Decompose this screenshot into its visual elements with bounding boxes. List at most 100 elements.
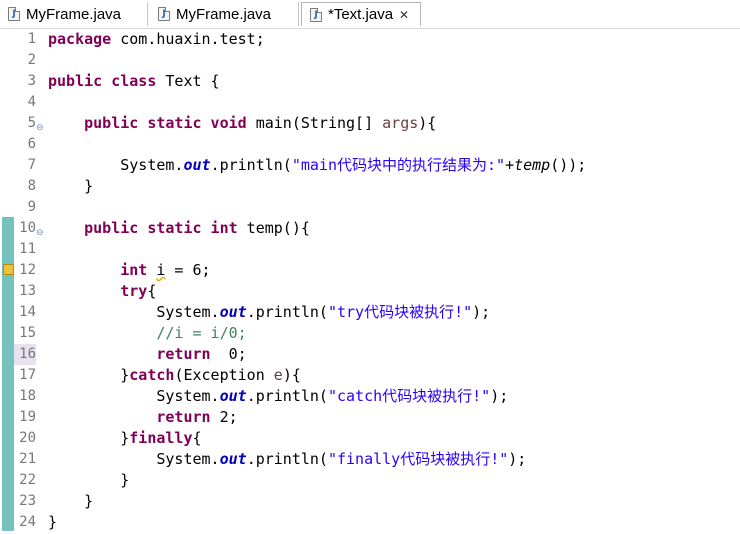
- code-text: int i = 6;: [48, 260, 211, 281]
- line-number: 8: [27, 178, 36, 194]
- code-token: ){: [282, 366, 301, 384]
- code-line[interactable]: 9: [0, 197, 740, 218]
- code-line[interactable]: 17 }catch(Exception e){: [0, 365, 740, 386]
- code-token: ){: [418, 114, 437, 132]
- code-token: .println(: [246, 450, 328, 468]
- code-token: "try代码块被执行!": [327, 303, 473, 321]
- code-line[interactable]: 24}: [0, 512, 740, 533]
- code-line[interactable]: 3 public class Text {: [0, 71, 740, 92]
- code-line[interactable]: 2: [0, 50, 740, 71]
- code-text: System.out.println("catch代码块被执行!");: [48, 386, 508, 407]
- code-text: //i = i/0;: [48, 323, 247, 344]
- tab-myframe-2[interactable]: J MyFrame.java: [150, 2, 299, 26]
- code-line[interactable]: 7 System.out.println("main代码块中的执行结果为:"+t…: [0, 155, 740, 176]
- code-token: return: [156, 408, 211, 426]
- code-line[interactable]: 13 try{: [0, 281, 740, 302]
- code-token: );: [490, 387, 509, 405]
- code-token: public static void: [84, 114, 247, 132]
- code-token: System.: [48, 156, 184, 174]
- code-token: {: [192, 429, 202, 447]
- code-token: 2;: [210, 408, 238, 426]
- tab-text-java[interactable]: J *Text.java ✕: [301, 2, 421, 26]
- code-token: out: [219, 303, 247, 321]
- code-line[interactable]: 10 ⊖ public static int temp(){: [0, 218, 740, 239]
- code-line[interactable]: 15 //i = i/0;: [0, 323, 740, 344]
- code-token: int: [120, 261, 148, 279]
- line-number: 15: [19, 325, 36, 341]
- line-number: 22: [19, 472, 36, 488]
- code-token: .println(: [210, 156, 292, 174]
- line-number: 18: [19, 388, 36, 404]
- code-text: }: [48, 470, 129, 491]
- code-token: {: [147, 282, 157, 300]
- code-line[interactable]: 23 }: [0, 491, 740, 512]
- warning-icon[interactable]: [3, 264, 14, 275]
- code-token: com.huaxin.test;: [111, 30, 265, 48]
- code-token: System.: [48, 303, 220, 321]
- java-file-icon: J: [8, 7, 20, 21]
- line-number: 24: [19, 514, 36, 530]
- code-line[interactable]: 6: [0, 134, 740, 155]
- code-text: }: [48, 512, 57, 533]
- line-number: 20: [19, 430, 36, 446]
- code-text: return 0;: [48, 344, 247, 365]
- line-number: 2: [27, 52, 36, 68]
- code-token: //i = i/0;: [156, 324, 247, 342]
- code-line[interactable]: 8 }: [0, 176, 740, 197]
- code-line[interactable]: 1 package com.huaxin.test;: [0, 29, 740, 50]
- code-line[interactable]: 5 ⊖ public static void main(String[] args…: [0, 113, 740, 134]
- code-token: (Exception: [174, 366, 274, 384]
- code-line[interactable]: 11: [0, 239, 740, 260]
- code-text: try{: [48, 281, 156, 302]
- line-number: 17: [19, 367, 36, 383]
- code-token: try: [120, 282, 148, 300]
- code-token: }: [48, 471, 130, 489]
- code-token: }: [48, 366, 130, 384]
- code-token: temp: [514, 156, 551, 174]
- code-token: main(String[]: [246, 114, 383, 132]
- line-number: 1: [27, 31, 36, 47]
- close-icon[interactable]: ✕: [399, 8, 409, 22]
- code-line[interactable]: 12 int i = 6;: [0, 260, 740, 281]
- code-line[interactable]: 21 System.out.println("finally代码块被执行!");: [0, 449, 740, 470]
- code-line[interactable]: 14 System.out.println("try代码块被执行!");: [0, 302, 740, 323]
- line-number: 13: [19, 283, 36, 299]
- code-token: System.: [48, 450, 220, 468]
- code-line[interactable]: 20 }finally{: [0, 428, 740, 449]
- code-text: return 2;: [48, 407, 238, 428]
- code-line[interactable]: 18 System.out.println("catch代码块被执行!");: [0, 386, 740, 407]
- code-token: public class: [48, 72, 157, 90]
- line-number: 9: [27, 199, 36, 215]
- line-number: 12: [19, 262, 36, 278]
- code-token: System.: [48, 387, 220, 405]
- code-text: System.out.println("finally代码块被执行!");: [48, 449, 526, 470]
- tab-myframe-1[interactable]: J MyFrame.java: [0, 2, 148, 26]
- code-editor[interactable]: 1 package com.huaxin.test; 2 3 public class …: [0, 29, 740, 534]
- code-token: }: [48, 429, 130, 447]
- code-line[interactable]: 4: [0, 92, 740, 113]
- line-number: 10: [19, 220, 36, 236]
- code-text: public class Text {: [48, 71, 220, 92]
- code-line[interactable]: 22 }: [0, 470, 740, 491]
- code-token: e: [273, 366, 283, 384]
- code-token: "catch代码块被执行!": [327, 387, 491, 405]
- code-token: "main代码块中的执行结果为:": [291, 156, 506, 174]
- code-token: = 6;: [165, 261, 211, 279]
- code-line[interactable]: 16 return 0;: [0, 344, 740, 365]
- code-token: out: [219, 387, 247, 405]
- code-token: Text {: [156, 72, 220, 90]
- tab-label: *Text.java: [328, 6, 394, 23]
- code-line[interactable]: 19 return 2;: [0, 407, 740, 428]
- code-token: .println(: [246, 303, 328, 321]
- code-token: "finally代码块被执行!": [327, 450, 509, 468]
- code-token: finally: [129, 429, 193, 447]
- code-token: catch: [129, 366, 175, 384]
- line-number: 7: [27, 157, 36, 173]
- code-token: 0;: [210, 345, 247, 363]
- line-number: 23: [19, 493, 36, 509]
- code-text: System.out.println("main代码块中的执行结果为:"+tem…: [48, 155, 586, 176]
